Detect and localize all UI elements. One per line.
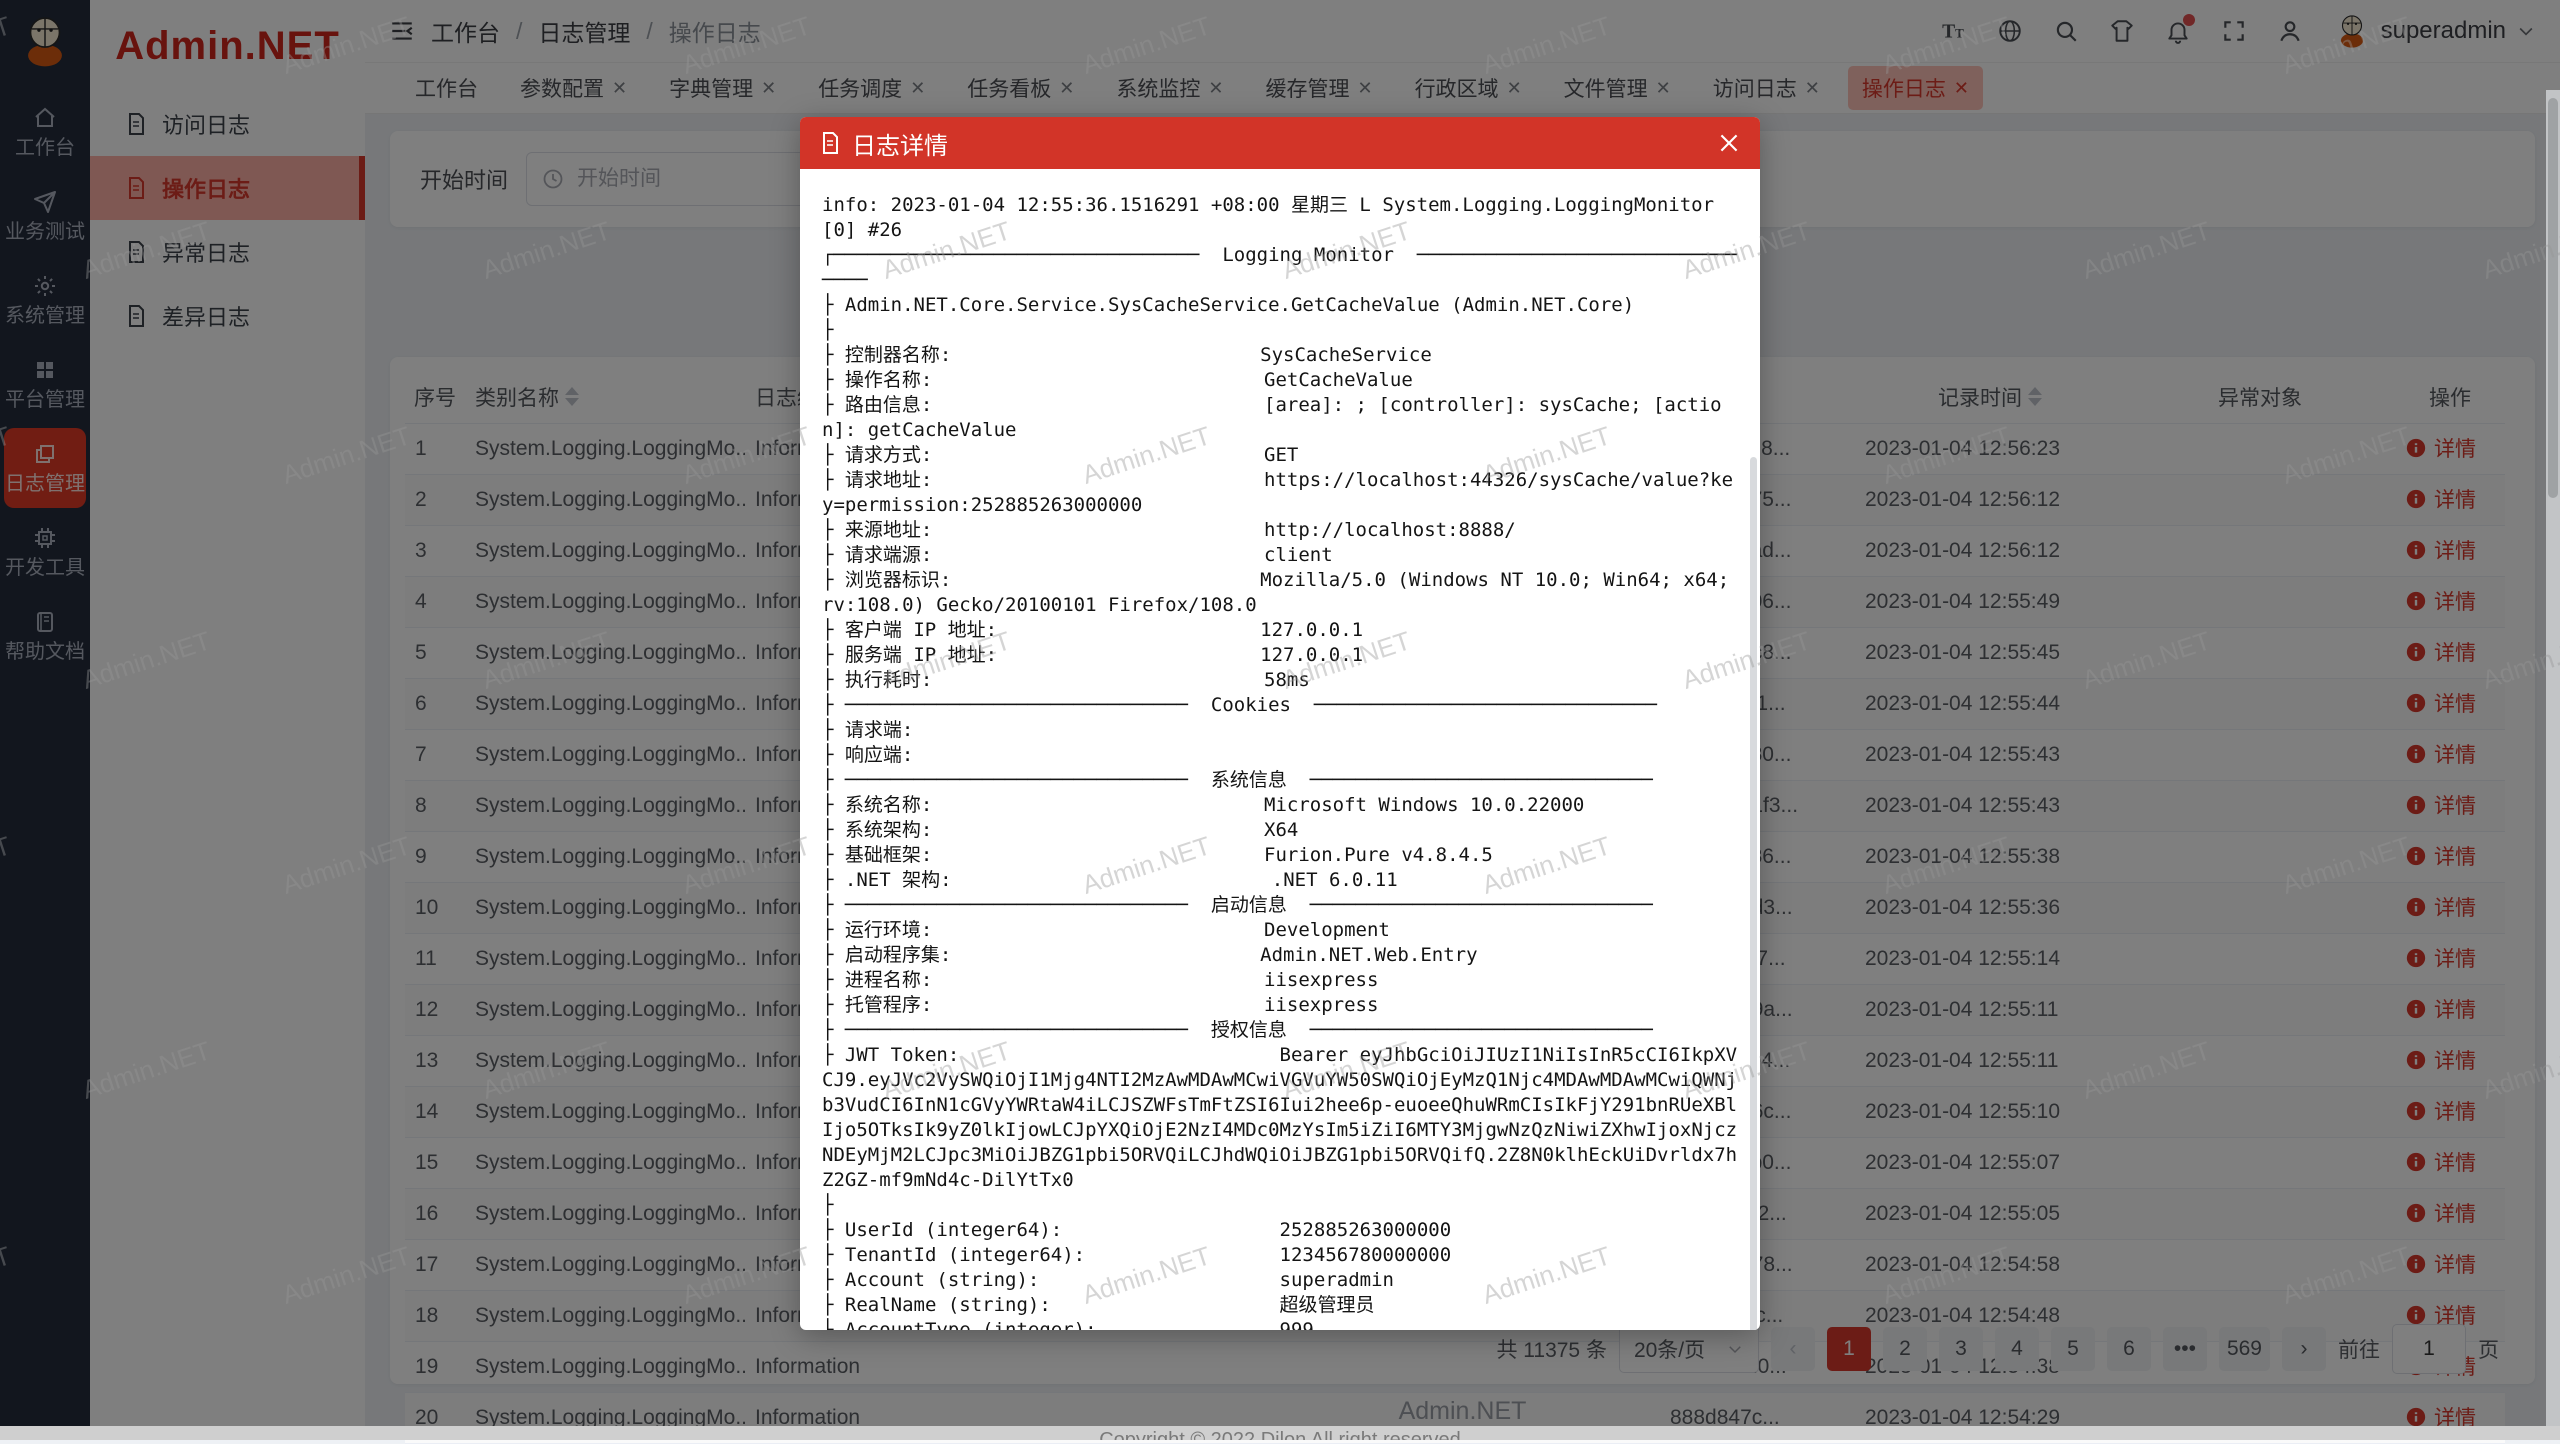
- vertical-scrollbar[interactable]: [2546, 90, 2560, 1426]
- footer-copyright: Copyright © 2022 Dilon All right reserve…: [1099, 1429, 1461, 1440]
- log-detail-modal: 日志详情 info: 2023-01-04 12:55:36.1516291 +…: [800, 117, 1760, 1330]
- vertical-scrollbar-thumb[interactable]: [2548, 98, 2558, 498]
- close-icon[interactable]: [1716, 130, 1742, 156]
- modal-scrollbar-thumb[interactable]: [1750, 457, 1757, 1330]
- modal-body: info: 2023-01-04 12:55:36.1516291 +08:00…: [800, 169, 1760, 1330]
- horizontal-scrollbar[interactable]: Copyright © 2022 Dilon All right reserve…: [0, 1426, 2560, 1440]
- log-content: info: 2023-01-04 12:55:36.1516291 +08:00…: [822, 193, 1738, 1330]
- document-icon: [818, 131, 842, 155]
- modal-header: 日志详情: [800, 117, 1760, 169]
- modal-title: 日志详情: [852, 126, 1706, 161]
